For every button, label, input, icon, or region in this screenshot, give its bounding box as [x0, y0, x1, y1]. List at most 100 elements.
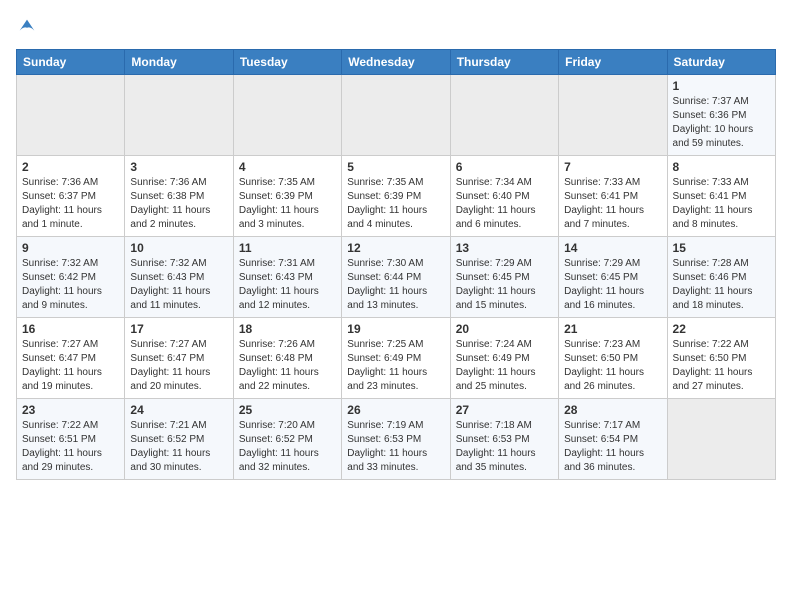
day-number: 20	[456, 322, 553, 336]
weekday-header-row: SundayMondayTuesdayWednesdayThursdayFrid…	[17, 50, 776, 75]
calendar-cell: 28 Sunrise: 7:17 AM Sunset: 6:54 PM Dayli…	[559, 399, 667, 480]
day-info: Sunrise: 7:23 AM Sunset: 6:50 PM Dayligh…	[564, 338, 661, 394]
day-number: 18	[239, 322, 336, 336]
day-info: Sunrise: 7:35 AM Sunset: 6:39 PM Dayligh…	[239, 176, 336, 232]
day-info: Sunrise: 7:27 AM Sunset: 6:47 PM Dayligh…	[22, 338, 119, 394]
day-info: Sunrise: 7:35 AM Sunset: 6:39 PM Dayligh…	[347, 176, 444, 232]
day-info: Sunrise: 7:26 AM Sunset: 6:48 PM Dayligh…	[239, 338, 336, 394]
calendar-cell: 18 Sunrise: 7:26 AM Sunset: 6:48 PM Dayli…	[233, 318, 341, 399]
page-header	[16, 16, 776, 43]
day-info: Sunrise: 7:33 AM Sunset: 6:41 PM Dayligh…	[673, 176, 770, 232]
calendar-cell: 14Sunrise: 7:29 AM Sunset: 6:45 PM Dayli…	[559, 237, 667, 318]
day-info: Sunrise: 7:32 AM Sunset: 6:43 PM Dayligh…	[130, 257, 227, 313]
day-info: Sunrise: 7:28 AM Sunset: 6:46 PM Dayligh…	[673, 257, 770, 313]
calendar-cell: 22 Sunrise: 7:22 AM Sunset: 6:50 PM Dayli…	[667, 318, 775, 399]
day-info: Sunrise: 7:22 AM Sunset: 6:51 PM Dayligh…	[22, 419, 119, 475]
calendar-cell: 9 Sunrise: 7:32 AM Sunset: 6:42 PM Daylig…	[17, 237, 125, 318]
day-info: Sunrise: 7:32 AM Sunset: 6:42 PM Dayligh…	[22, 257, 119, 313]
day-number: 22	[673, 322, 770, 336]
day-info: Sunrise: 7:29 AM Sunset: 6:45 PM Dayligh…	[564, 257, 661, 313]
logo-icon	[16, 16, 38, 38]
calendar-week-row: 1 Sunrise: 7:37 AM Sunset: 6:36 PM Daylig…	[17, 75, 776, 156]
weekday-header-saturday: Saturday	[667, 50, 775, 75]
day-number: 7	[564, 160, 661, 174]
calendar-table: SundayMondayTuesdayWednesdayThursdayFrid…	[16, 49, 776, 480]
calendar-cell: 11 Sunrise: 7:31 AM Sunset: 6:43 PM Dayli…	[233, 237, 341, 318]
calendar-cell	[17, 75, 125, 156]
day-number: 13	[456, 241, 553, 255]
day-number: 9	[22, 241, 119, 255]
day-number: 3	[130, 160, 227, 174]
calendar-cell: 10 Sunrise: 7:32 AM Sunset: 6:43 PM Dayli…	[125, 237, 233, 318]
day-number: 10	[130, 241, 227, 255]
day-info: Sunrise: 7:34 AM Sunset: 6:40 PM Dayligh…	[456, 176, 553, 232]
weekday-header-thursday: Thursday	[450, 50, 558, 75]
day-info: Sunrise: 7:21 AM Sunset: 6:52 PM Dayligh…	[130, 419, 227, 475]
day-info: Sunrise: 7:36 AM Sunset: 6:37 PM Dayligh…	[22, 176, 119, 232]
day-info: Sunrise: 7:31 AM Sunset: 6:43 PM Dayligh…	[239, 257, 336, 313]
calendar-cell: 6 Sunrise: 7:34 AM Sunset: 6:40 PM Daylig…	[450, 156, 558, 237]
logo	[16, 16, 40, 43]
calendar-cell: 1 Sunrise: 7:37 AM Sunset: 6:36 PM Daylig…	[667, 75, 775, 156]
calendar-cell: 21 Sunrise: 7:23 AM Sunset: 6:50 PM Dayli…	[559, 318, 667, 399]
calendar-cell: 16 Sunrise: 7:27 AM Sunset: 6:47 PM Dayli…	[17, 318, 125, 399]
day-info: Sunrise: 7:33 AM Sunset: 6:41 PM Dayligh…	[564, 176, 661, 232]
day-info: Sunrise: 7:22 AM Sunset: 6:50 PM Dayligh…	[673, 338, 770, 394]
calendar-cell: 27 Sunrise: 7:18 AM Sunset: 6:53 PM Dayli…	[450, 399, 558, 480]
day-number: 25	[239, 403, 336, 417]
day-number: 24	[130, 403, 227, 417]
calendar-cell	[559, 75, 667, 156]
weekday-header-friday: Friday	[559, 50, 667, 75]
day-info: Sunrise: 7:37 AM Sunset: 6:36 PM Dayligh…	[673, 95, 770, 151]
day-number: 26	[347, 403, 444, 417]
calendar-cell: 4 Sunrise: 7:35 AM Sunset: 6:39 PM Daylig…	[233, 156, 341, 237]
day-info: Sunrise: 7:27 AM Sunset: 6:47 PM Dayligh…	[130, 338, 227, 394]
day-number: 5	[347, 160, 444, 174]
day-number: 21	[564, 322, 661, 336]
calendar-cell: 3Sunrise: 7:36 AM Sunset: 6:38 PM Daylig…	[125, 156, 233, 237]
calendar-cell	[125, 75, 233, 156]
day-number: 1	[673, 79, 770, 93]
calendar-cell	[450, 75, 558, 156]
day-number: 15	[673, 241, 770, 255]
calendar-cell: 5 Sunrise: 7:35 AM Sunset: 6:39 PM Daylig…	[342, 156, 450, 237]
day-info: Sunrise: 7:17 AM Sunset: 6:54 PM Dayligh…	[564, 419, 661, 475]
calendar-cell: 20Sunrise: 7:24 AM Sunset: 6:49 PM Dayli…	[450, 318, 558, 399]
calendar-week-row: 23 Sunrise: 7:22 AM Sunset: 6:51 PM Dayli…	[17, 399, 776, 480]
weekday-header-monday: Monday	[125, 50, 233, 75]
calendar-cell	[667, 399, 775, 480]
day-number: 12	[347, 241, 444, 255]
weekday-header-wednesday: Wednesday	[342, 50, 450, 75]
day-info: Sunrise: 7:30 AM Sunset: 6:44 PM Dayligh…	[347, 257, 444, 313]
calendar-cell: 2 Sunrise: 7:36 AM Sunset: 6:37 PM Daylig…	[17, 156, 125, 237]
day-number: 19	[347, 322, 444, 336]
calendar-cell: 25 Sunrise: 7:20 AM Sunset: 6:52 PM Dayli…	[233, 399, 341, 480]
day-number: 11	[239, 241, 336, 255]
day-number: 8	[673, 160, 770, 174]
calendar-cell: 13Sunrise: 7:29 AM Sunset: 6:45 PM Dayli…	[450, 237, 558, 318]
day-number: 6	[456, 160, 553, 174]
day-number: 2	[22, 160, 119, 174]
day-number: 16	[22, 322, 119, 336]
day-info: Sunrise: 7:19 AM Sunset: 6:53 PM Dayligh…	[347, 419, 444, 475]
day-info: Sunrise: 7:18 AM Sunset: 6:53 PM Dayligh…	[456, 419, 553, 475]
calendar-cell	[342, 75, 450, 156]
calendar-cell: 23 Sunrise: 7:22 AM Sunset: 6:51 PM Dayli…	[17, 399, 125, 480]
calendar-cell: 12 Sunrise: 7:30 AM Sunset: 6:44 PM Dayli…	[342, 237, 450, 318]
calendar-cell: 7 Sunrise: 7:33 AM Sunset: 6:41 PM Daylig…	[559, 156, 667, 237]
calendar-cell: 26 Sunrise: 7:19 AM Sunset: 6:53 PM Dayli…	[342, 399, 450, 480]
calendar-cell: 15 Sunrise: 7:28 AM Sunset: 6:46 PM Dayli…	[667, 237, 775, 318]
weekday-header-tuesday: Tuesday	[233, 50, 341, 75]
day-number: 17	[130, 322, 227, 336]
calendar-cell	[233, 75, 341, 156]
day-info: Sunrise: 7:25 AM Sunset: 6:49 PM Dayligh…	[347, 338, 444, 394]
calendar-week-row: 16 Sunrise: 7:27 AM Sunset: 6:47 PM Dayli…	[17, 318, 776, 399]
calendar-cell: 17 Sunrise: 7:27 AM Sunset: 6:47 PM Dayli…	[125, 318, 233, 399]
day-info: Sunrise: 7:20 AM Sunset: 6:52 PM Dayligh…	[239, 419, 336, 475]
day-number: 28	[564, 403, 661, 417]
day-number: 4	[239, 160, 336, 174]
day-number: 23	[22, 403, 119, 417]
calendar-week-row: 2 Sunrise: 7:36 AM Sunset: 6:37 PM Daylig…	[17, 156, 776, 237]
calendar-cell: 19 Sunrise: 7:25 AM Sunset: 6:49 PM Dayli…	[342, 318, 450, 399]
day-number: 27	[456, 403, 553, 417]
